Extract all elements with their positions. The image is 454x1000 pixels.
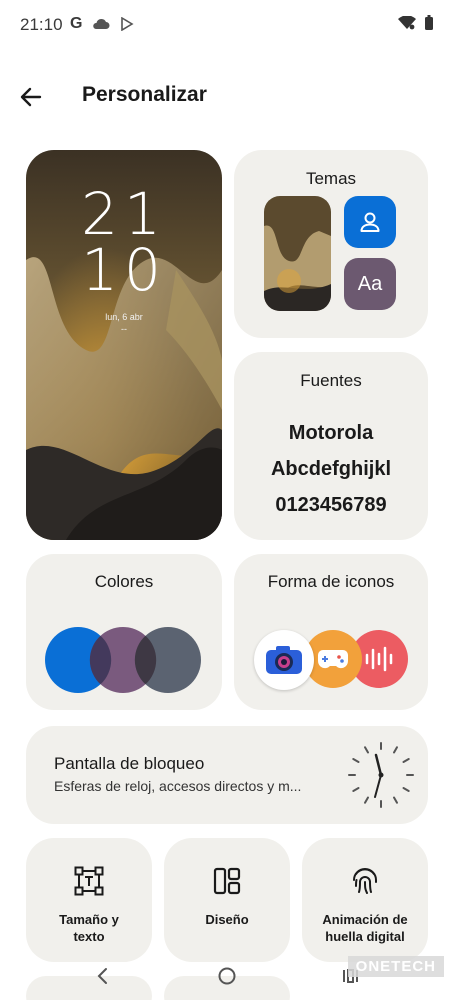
font-sample-brand: Motorola	[288, 422, 374, 444]
watermark: ONETECH	[347, 956, 444, 977]
fonts-card[interactable]: Fuentes Motorola Abcdefghijkl 0123456789	[234, 352, 428, 540]
color-swatches	[45, 627, 201, 693]
wallpaper-preview[interactable]: 21 10 lun, 6 abr --	[26, 150, 222, 540]
back-button[interactable]	[14, 80, 48, 114]
arrow-back-icon	[20, 87, 42, 107]
theme-wallpaper-thumb	[264, 196, 331, 311]
theme-font-badge: Aa	[357, 272, 383, 295]
status-bar: 21:10 G	[0, 0, 454, 50]
font-sample-letters: Abcdefghijkl	[270, 458, 391, 480]
app-bar: Personalizar	[0, 72, 454, 120]
page-title: Personalizar	[82, 83, 207, 106]
font-sample-digits: 0123456789	[275, 494, 387, 516]
cloud-icon	[93, 18, 110, 29]
status-icons-left: G	[70, 15, 135, 33]
layout-label: Diseño	[205, 912, 249, 927]
battery-icon	[425, 15, 433, 30]
lock-date: lun, 6 abr	[105, 312, 143, 322]
fingerprint-label-line2: huella digital	[325, 929, 405, 944]
status-icons-right	[398, 15, 434, 31]
lock-hour-top: 21	[81, 180, 167, 248]
theme-accent-swatch	[344, 196, 396, 248]
lock-hour-bottom: 10	[81, 236, 167, 304]
text-size-label-line2: texto	[73, 929, 105, 944]
fingerprint-icon	[353, 868, 377, 894]
fonts-title: Fuentes	[300, 371, 362, 390]
google-icon: G	[70, 15, 83, 32]
lock-screen-card[interactable]: Pantalla de bloqueo Esferas de reloj, ac…	[26, 726, 428, 824]
status-time: 21:10	[20, 15, 63, 34]
wifi-icon	[398, 16, 416, 30]
fingerprint-label-line1: Animación de	[322, 912, 408, 927]
person-icon	[360, 212, 380, 232]
layout-tile[interactable]: Diseño	[164, 838, 290, 962]
nav-home-button[interactable]	[212, 961, 242, 991]
lock-dash: --	[121, 324, 127, 334]
themes-title: Temas	[305, 169, 357, 188]
text-size-icon	[74, 866, 104, 896]
nav-back-button[interactable]	[87, 961, 117, 991]
icon-shape-title: Forma de iconos	[267, 572, 395, 591]
clock-icon	[348, 742, 414, 808]
lock-screen-title: Pantalla de bloqueo	[54, 754, 205, 773]
lock-screen-subtitle: Esferas de reloj, accesos directos y m..…	[54, 778, 302, 794]
text-size-tile[interactable]: Tamaño y texto	[26, 838, 152, 962]
chevron-left-icon	[97, 968, 107, 984]
themes-card[interactable]: Temas Aa	[234, 150, 428, 338]
colors-title: Colores	[94, 572, 154, 591]
theme-font-swatch: Aa	[344, 258, 396, 310]
icon-shape-card[interactable]: Forma de iconos	[234, 554, 428, 710]
camera-app-icon	[254, 630, 314, 690]
play-store-icon	[121, 17, 135, 31]
colors-card[interactable]: Colores	[26, 554, 222, 710]
layout-icon	[213, 867, 241, 895]
home-circle-icon	[218, 967, 236, 985]
fingerprint-animation-tile[interactable]: Animación de huella digital	[302, 838, 428, 962]
text-size-label-line1: Tamaño y	[59, 912, 119, 927]
